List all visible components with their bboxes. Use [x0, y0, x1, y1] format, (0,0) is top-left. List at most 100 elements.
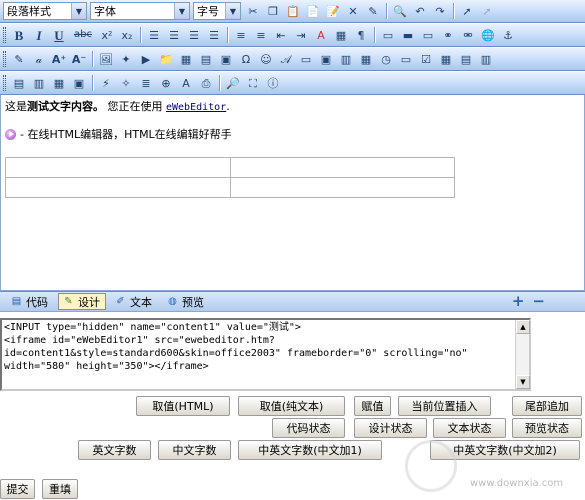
text-state-button[interactable]: 文本状态 [433, 418, 506, 438]
form-icon[interactable]: ▥ [477, 50, 495, 68]
editor-content-area[interactable]: 这是测试文字内容。 您正在使用 eWebEditor. - 在线HTML编辑器，… [0, 95, 585, 291]
spell-check-icon[interactable]: A [177, 74, 195, 92]
code-state-button[interactable]: 代码状态 [272, 418, 345, 438]
scroll-up-icon[interactable]: ▲ [516, 320, 530, 334]
redo-icon[interactable]: ↷ [431, 2, 449, 20]
table-cell[interactable] [5, 157, 231, 178]
table-cell[interactable] [229, 157, 455, 178]
emoticon-icon[interactable]: ☺ [257, 50, 275, 68]
mixed-count-1-button[interactable]: 中英文字数(中文加1) [238, 440, 382, 460]
align-center-icon[interactable]: ☰ [165, 26, 183, 44]
zoom-icon[interactable]: ⊕ [157, 74, 175, 92]
table-cell[interactable] [5, 177, 231, 198]
image-icon[interactable]: 🖼 [97, 50, 115, 68]
design-state-button[interactable]: 设计状态 [354, 418, 427, 438]
quick-format-icon[interactable]: ⚡ [97, 74, 115, 92]
ewebeditor-link[interactable]: eWebEditor [166, 102, 226, 113]
text-box-icon[interactable]: ✎ [10, 50, 28, 68]
marquee-icon[interactable]: ▭ [419, 26, 437, 44]
template-icon[interactable]: ▣ [217, 50, 235, 68]
tab-preview[interactable]: ◍ 预览 [162, 293, 210, 310]
box-icon[interactable]: ▭ [379, 26, 397, 44]
pointer-icon[interactable]: ➚ [478, 2, 496, 20]
bg-color-icon[interactable]: ▦ [332, 26, 350, 44]
media-icon[interactable]: ▶ [137, 50, 155, 68]
english-count-button[interactable]: 英文字数 [78, 440, 151, 460]
input-text-icon[interactable]: ▭ [397, 50, 415, 68]
select-all-icon[interactable]: ➚ [458, 2, 476, 20]
list-box-icon[interactable]: ▤ [457, 50, 475, 68]
toolbar-grip[interactable] [3, 75, 6, 91]
clean-code-icon[interactable]: ✧ [117, 74, 135, 92]
delete-icon[interactable]: ✕ [344, 2, 362, 20]
art-text-icon[interactable]: 𝒜 [277, 50, 295, 68]
word-count-icon[interactable]: ≣ [137, 74, 155, 92]
align-right-icon[interactable]: ☰ [185, 26, 203, 44]
copy-icon[interactable]: ❐ [264, 2, 282, 20]
get-text-button[interactable]: 取值(纯文本) [238, 396, 345, 416]
tab-code[interactable]: ▤ 代码 [6, 293, 54, 310]
reset-button[interactable]: 重填 [42, 479, 78, 499]
font-color-icon[interactable]: A [312, 26, 330, 44]
find-replace-icon[interactable]: 🔍 [391, 2, 409, 20]
toolbar-grip[interactable] [3, 51, 6, 67]
cut-icon[interactable]: ✂ [244, 2, 262, 20]
grid-icon[interactable]: ▦ [437, 50, 455, 68]
submit-button[interactable]: 提交 [0, 479, 35, 499]
subscript-icon[interactable]: x₂ [118, 26, 136, 44]
outdent-icon[interactable]: ⇤ [272, 26, 290, 44]
get-html-button[interactable]: 取值(HTML) [136, 396, 230, 416]
screenshot-icon[interactable]: ▭ [297, 50, 315, 68]
paste-word-icon[interactable]: 📝 [324, 2, 342, 20]
paste-text-icon[interactable]: 📄 [304, 2, 322, 20]
table-icon[interactable]: ▦ [177, 50, 195, 68]
file-icon[interactable]: 📁 [157, 50, 175, 68]
paragraph-icon[interactable]: ¶ [352, 26, 370, 44]
fullscreen-icon[interactable]: ⛶ [244, 74, 262, 92]
code-textarea[interactable]: <INPUT type="hidden" name="content1" val… [0, 318, 531, 391]
layer-absolute-icon[interactable]: ▣ [70, 74, 88, 92]
scroll-down-icon[interactable]: ▼ [516, 375, 530, 389]
align-left-icon[interactable]: ☰ [145, 26, 163, 44]
align-justify-icon[interactable]: ☰ [205, 26, 223, 44]
append-end-button[interactable]: 尾部追加 [512, 396, 582, 416]
preview-state-button[interactable]: 预览状态 [512, 418, 582, 438]
italic-icon[interactable]: I [30, 26, 48, 44]
clock-icon[interactable]: ◷ [377, 50, 395, 68]
editor-table[interactable] [5, 157, 455, 198]
set-value-button[interactable]: 赋值 [354, 396, 391, 416]
link-icon[interactable]: ⚭ [439, 26, 457, 44]
ordered-list-icon[interactable]: ≡ [232, 26, 250, 44]
insert-at-cursor-button[interactable]: 当前位置插入 [398, 396, 491, 416]
remove-format-icon[interactable]: ✎ [364, 2, 382, 20]
layer-forward-icon[interactable]: ▥ [30, 74, 48, 92]
underline-icon[interactable]: U [50, 26, 68, 44]
layer-backward-icon[interactable]: ▦ [50, 74, 68, 92]
bold-icon[interactable]: B [10, 26, 28, 44]
tab-text[interactable]: ✐ 文本 [110, 293, 158, 310]
about-icon[interactable]: ⓘ [264, 74, 282, 92]
toolbar-grip[interactable] [3, 27, 6, 43]
unordered-list-icon[interactable]: ≡ [252, 26, 270, 44]
textarea-scrollbar[interactable]: ▲ ▼ [515, 320, 530, 389]
checkbox-icon[interactable]: ☑ [417, 50, 435, 68]
layer-icon[interactable]: ▤ [10, 74, 28, 92]
text-frame-icon[interactable]: 𝒶 [30, 50, 48, 68]
print-icon[interactable]: ⎙ [197, 74, 215, 92]
paste-icon[interactable]: 📋 [284, 2, 302, 20]
search-icon[interactable]: 🔎 [224, 74, 242, 92]
font-family-select[interactable]: 字体 ▼ [90, 2, 190, 20]
map-icon[interactable]: 🌐 [479, 26, 497, 44]
table-cell[interactable] [229, 177, 455, 198]
flash-icon[interactable]: ✦ [117, 50, 135, 68]
font-bigger-icon[interactable]: A⁺ [50, 50, 68, 68]
strikethrough-icon[interactable]: abc [70, 26, 96, 44]
horizontal-rule-icon[interactable]: ▬ [399, 26, 417, 44]
cell-icon[interactable]: ▤ [197, 50, 215, 68]
chinese-count-button[interactable]: 中文字数 [158, 440, 231, 460]
enlarge-icon[interactable]: + [512, 293, 525, 310]
font-smaller-icon[interactable]: A⁻ [70, 50, 88, 68]
indent-icon[interactable]: ⇥ [292, 26, 310, 44]
date-icon[interactable]: ▦ [357, 50, 375, 68]
undo-icon[interactable]: ↶ [411, 2, 429, 20]
